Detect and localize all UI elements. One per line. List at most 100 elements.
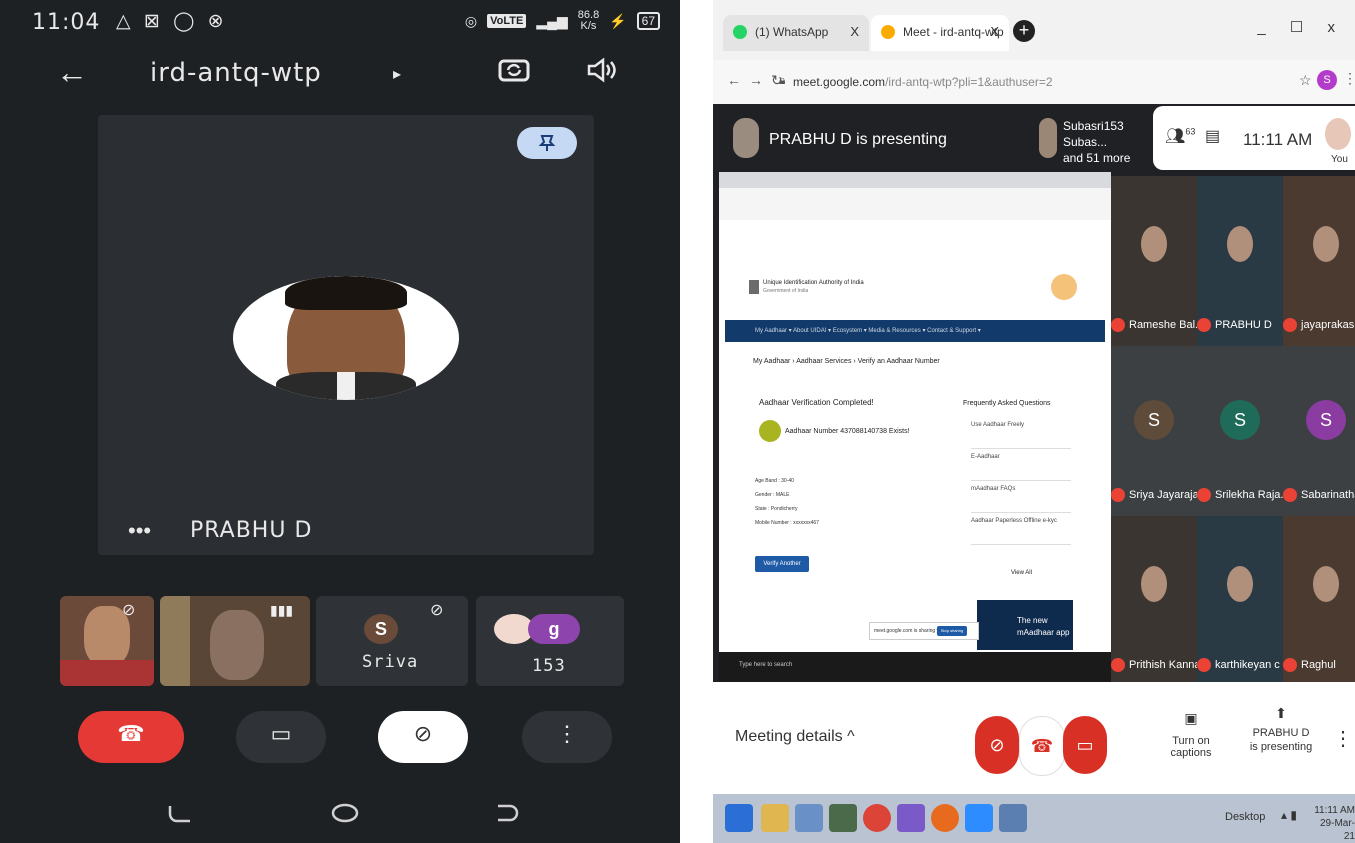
strip-tile-4[interactable]: g 153 [476,596,624,686]
shared-tab-strip [719,172,1111,188]
avatar-letter: g [528,614,580,644]
self-avatar [1325,118,1351,150]
app-icon[interactable] [999,804,1027,832]
avatar-letter: S [1306,400,1346,440]
windows-taskbar: Desktop ▴ ▮ 11:11 AM 29-Mar-21 [713,794,1355,843]
main-tile-name: PRABHU D [190,518,313,543]
participant-tile[interactable]: Raghul [1283,516,1355,686]
faq-item[interactable]: mAadhaar FAQs [971,486,1071,513]
participant-video [210,610,264,680]
mic-toggle-button[interactable]: ⊘ [378,711,468,763]
camera-toggle-button[interactable]: ▭ [236,711,326,763]
participant-tile[interactable]: S Sriya Jayarajan [1111,346,1205,516]
file-explorer-icon[interactable] [761,804,789,832]
leave-call-button[interactable]: ☎ [1019,716,1065,776]
mAadhaar-banner[interactable]: The new mAadhaar app [977,600,1073,650]
check-icon [759,420,781,442]
present-button[interactable]: ⬆ PRABHU D is presenting [1245,706,1317,754]
shared-taskbar: Type here to search [719,652,1111,682]
present-icon: ⬆ [1275,705,1287,721]
net-speed: 86.8 K/s [577,9,600,32]
app-icon[interactable] [795,804,823,832]
chrome-icon[interactable] [863,804,891,832]
view-all-link[interactable]: View All [1011,570,1032,576]
meeting-code[interactable]: ird-antq-wtp [150,58,322,88]
address-bar: ←→↻ 🔒︎ meet.google.com/ird-antq-wtp?pli=… [713,60,1355,104]
verify-result: Aadhaar Number 437088140738 Exists! [785,428,910,435]
app-icon[interactable] [897,804,925,832]
participant-tile[interactable]: S Sabarinathan... [1283,346,1355,516]
strip-tile-2[interactable]: ▮▮▮ [160,596,310,686]
stop-sharing-button[interactable]: Stop sharing [937,626,967,636]
participant-video [1313,566,1339,602]
mic-off-icon [1111,488,1125,502]
status-right: ◎ VoLTE ▂▄▆ 86.8 K/s ⚡ 67 [465,10,660,32]
more-options-icon[interactable]: ⋮ [1333,726,1353,751]
browser-menu-icon[interactable]: ⋮ [1343,70,1355,87]
shared-address-bar [719,188,1111,206]
end-call-button[interactable]: ☎ [78,711,184,763]
site-menu: My Aadhaar ▾ About UIDAI ▾ Ecosystem ▾ M… [725,320,1105,342]
verify-another-button[interactable]: Verify Another Aadhaar [755,556,809,583]
faq-item[interactable]: E-Aadhaar [971,454,1071,481]
bookmark-star-icon[interactable]: ☆ [1299,72,1312,89]
nav-home-icon[interactable] [330,800,360,833]
org-line1: Unique Identification Authority of India [763,280,864,286]
mic-off-icon: ⊘ [430,602,444,619]
camera-toggle-button[interactable]: ▭ [1063,716,1107,774]
window-controls[interactable]: _ ☐ x [1257,18,1345,36]
more-options-button[interactable]: ⋮ [522,711,612,763]
camera-flip-icon[interactable] [497,56,531,91]
url-field[interactable]: meet.google.com/ird-antq-wtp?pli=1&authu… [793,75,1053,89]
close-tab-icon[interactable]: X [990,24,999,39]
audio-level-icon: ▮▮▮ [270,602,294,618]
charging-icon: ⚡ [609,12,627,29]
video-camera-icon: ▭ [270,721,292,746]
lock-icon: 🔒︎ [779,73,786,87]
meeting-details-button[interactable]: Meeting details ^ [735,728,855,746]
app-icon[interactable] [829,804,857,832]
participant-tile[interactable]: PRABHU D [1197,176,1283,346]
camera-off-icon: ▭ [1076,735,1094,755]
whatsapp-icon [733,25,747,39]
avatar-letter: S [1220,400,1260,440]
back-arrow-icon[interactable]: ← [56,54,88,91]
participant-tile[interactable]: Prithish Kanna [1111,516,1201,686]
nav-back-icon[interactable] [166,800,194,833]
mic-off-icon [1283,318,1297,332]
captions-button[interactable]: ▣ Turn on captions [1153,710,1229,759]
participant-name: Sabarinathan... [1283,488,1355,502]
nav-recents-icon[interactable] [494,800,522,833]
faq-item[interactable]: Aadhaar Paperless Offline e-kyc [971,518,1071,545]
strip-tile-3[interactable]: S Sriva ⊘ [316,596,468,686]
more-dots-icon[interactable]: ••• [128,518,151,544]
tab-meet[interactable]: Meet - ird-antq-wtp X [871,15,1009,51]
participant-tile[interactable]: Rameshe Bal... [1111,176,1204,346]
pin-icon[interactable] [517,127,577,159]
participant-tile[interactable]: S Srilekha Raja... [1197,346,1290,516]
participants-icon[interactable]: 👥︎63 [1165,126,1195,146]
firefox-icon[interactable] [931,804,959,832]
strip-tile-1[interactable]: ⊘ [60,596,154,686]
zoom-icon[interactable] [965,804,993,832]
caret-right-icon[interactable]: ▸ [393,64,401,84]
faq-title: Frequently Asked Questions [963,400,1051,407]
profile-avatar[interactable]: S [1317,70,1337,90]
tray-icons[interactable]: ▴ ▮ [1281,808,1297,822]
close-tab-icon[interactable]: X [850,24,859,39]
desktop-toolbar[interactable]: Desktop [1225,811,1265,823]
mic-toggle-button[interactable]: ⊘ [975,716,1019,774]
participant-tile[interactable]: jayaprakash ... [1283,176,1355,346]
speaker-icon[interactable] [585,56,619,91]
others-text: Subasri153 Subas... and 51 more [1063,119,1131,165]
participant-tile[interactable]: karthikeyan c [1197,516,1283,686]
meeting-info-panel: 👥︎63 ▤ 11:11 AM You [1153,106,1355,170]
windows-start-icon[interactable] [725,804,753,832]
chat-icon[interactable]: ▤ [1205,126,1220,146]
faq-item[interactable]: Use Aadhaar Freely [971,422,1071,449]
tab-whatsapp[interactable]: (1) WhatsApp X [723,15,869,51]
presenting-text: PRABHU D is presenting [769,131,947,148]
shared-screen: Unique Identification Authority of India… [719,172,1111,682]
new-tab-button[interactable]: + [1013,20,1035,42]
participant-name: Rameshe Bal... [1111,318,1204,332]
